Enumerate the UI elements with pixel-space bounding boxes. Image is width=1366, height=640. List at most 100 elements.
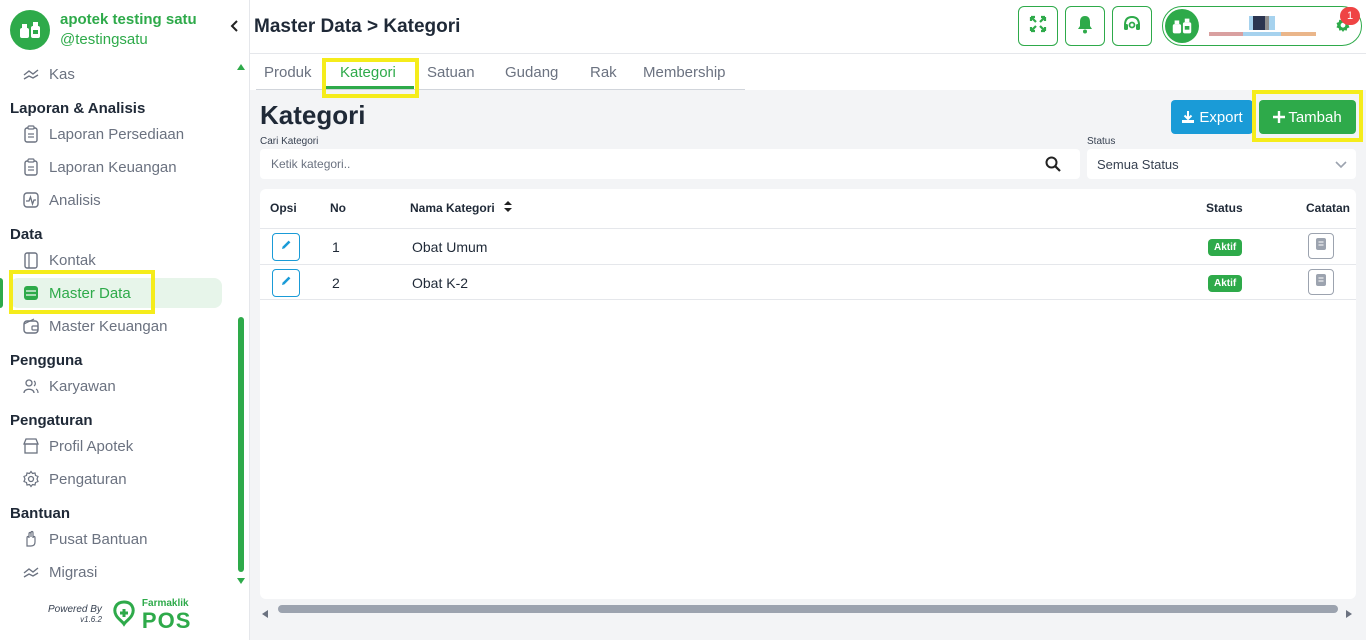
contact-book-icon [21, 250, 41, 270]
logo-pos-text: POS [141, 608, 192, 633]
tab-kategori[interactable]: Kategori [340, 64, 396, 81]
notification-count-badge: 1 [1340, 7, 1360, 25]
powered-by: Powered By v1.6.2 Farmaklik POS [48, 598, 191, 632]
status-filter-value: Semua Status [1097, 156, 1179, 172]
download-icon [1181, 110, 1195, 124]
sidebar-item-master-keuangan[interactable]: Master Keuangan [10, 311, 222, 341]
users-icon [21, 376, 41, 396]
sidebar-item-label: Laporan Persediaan [49, 125, 185, 143]
sidebar-item-analisis[interactable]: Analisis [10, 185, 222, 215]
sidebar-item-label: Kas [49, 65, 75, 83]
hand-help-icon [21, 529, 41, 549]
edit-button[interactable] [272, 269, 300, 297]
section-bantuan: Bantuan [10, 505, 70, 522]
table-scroll-thumb[interactable] [278, 605, 1338, 613]
search-label: Cari Kategori [260, 136, 319, 147]
support-button[interactable] [1112, 6, 1152, 46]
tab-produk[interactable]: Produk [264, 64, 312, 81]
page-title: Master Data > Kategori [254, 16, 461, 37]
cell-no: 1 [332, 239, 340, 255]
clipboard-icon [21, 157, 41, 177]
store-icon [21, 436, 41, 456]
redacted-profile-name-icon [1209, 15, 1319, 39]
bell-icon [1076, 14, 1094, 39]
note-icon [1315, 237, 1327, 256]
sidebar-item-master-data[interactable]: Master Data [10, 278, 222, 308]
search-category-input[interactable] [260, 149, 1080, 179]
table-row: 1 Obat Umum Aktif [260, 228, 1356, 264]
brand: apotek testing satu @testingsatu [10, 10, 197, 50]
sidebar-item-migrasi[interactable]: Migrasi [10, 557, 222, 587]
add-category-button[interactable]: Tambah [1259, 100, 1356, 134]
add-label: Tambah [1288, 108, 1342, 126]
settings-gear-icon [21, 469, 41, 489]
notifications-button[interactable] [1065, 6, 1105, 46]
section-pengaturan: Pengaturan [10, 412, 93, 429]
sidebar-item-pengaturan[interactable]: Pengaturan [10, 464, 222, 494]
sidebar-item-label: Migrasi [49, 563, 98, 581]
note-button[interactable] [1308, 269, 1334, 295]
sidebar: apotek testing satu @testingsatu Kas Lap… [0, 0, 250, 640]
cash-icon [21, 64, 41, 84]
category-table: Opsi No Nama Kategori Status Catatan 1 O… [260, 189, 1356, 599]
plus-icon [1273, 111, 1286, 123]
export-button[interactable]: Export [1171, 100, 1253, 134]
pharmacy-logo-icon [10, 10, 50, 50]
edit-button[interactable] [272, 233, 300, 261]
chevron-down-icon [1334, 157, 1348, 171]
sidebar-item-laporan-persediaan[interactable]: Laporan Persediaan [10, 119, 222, 149]
status-filter-select[interactable]: Semua Status [1087, 149, 1356, 179]
table-row: 2 Obat K-2 Aktif [260, 264, 1356, 300]
tab-gudang[interactable]: Gudang [505, 64, 558, 81]
sidebar-item-laporan-keuangan[interactable]: Laporan Keuangan [10, 152, 222, 182]
section-pengguna: Pengguna [10, 352, 83, 369]
sidebar-scroll-thumb[interactable] [238, 317, 244, 572]
app-version: v1.6.2 [80, 615, 102, 624]
profile-menu[interactable] [1162, 6, 1362, 46]
sidebar-item-label: Karyawan [49, 377, 116, 395]
sidebar-item-label: Analisis [49, 191, 101, 209]
sidebar-item-kas[interactable]: Kas [10, 59, 222, 89]
sort-icon[interactable] [504, 201, 513, 215]
pharmacy-username: @testingsatu [60, 31, 148, 48]
chevron-left-icon [230, 19, 240, 37]
sidebar-item-karyawan[interactable]: Karyawan [10, 371, 222, 401]
col-header-opsi: Opsi [270, 201, 297, 215]
pharmacy-name: apotek testing satu [60, 11, 197, 28]
col-header-nama-kategori[interactable]: Nama Kategori [410, 201, 513, 215]
activity-chart-icon [21, 190, 41, 210]
clipboard-icon [21, 124, 41, 144]
table-horizontal-scrollbar[interactable] [262, 602, 1352, 618]
fullscreen-button[interactable] [1018, 6, 1058, 46]
scroll-up-icon[interactable] [236, 62, 246, 72]
tab-membership[interactable]: Membership [643, 64, 726, 81]
top-header: Master Data > Kategori 1 [250, 0, 1366, 54]
sidebar-scrollbar[interactable] [236, 62, 246, 586]
col-header-status: Status [1206, 201, 1243, 215]
sidebar-item-pusat-bantuan[interactable]: Pusat Bantuan [10, 524, 222, 554]
database-icon [21, 283, 41, 303]
tabs-divider [256, 89, 745, 90]
section-laporan-analisis: Laporan & Analisis [10, 100, 146, 117]
tab-rak[interactable]: Rak [590, 64, 617, 81]
sidebar-item-label: Pengaturan [49, 470, 127, 488]
search-icon[interactable] [1045, 156, 1061, 172]
sidebar-item-profil-apotek[interactable]: Profil Apotek [10, 431, 222, 461]
scroll-left-icon[interactable] [262, 605, 268, 623]
section-data: Data [10, 226, 43, 243]
farmaklik-logo: Farmaklik POS [110, 598, 191, 632]
scroll-right-icon[interactable] [1346, 605, 1352, 623]
sidebar-item-label: Profil Apotek [49, 437, 134, 455]
export-label: Export [1199, 108, 1243, 126]
profile-avatar [1165, 9, 1199, 43]
master-data-tabs: Produk Kategori Satuan Gudang Rak Member… [250, 54, 1366, 90]
status-badge: Aktif [1208, 275, 1243, 292]
tab-satuan[interactable]: Satuan [427, 64, 475, 81]
scroll-down-icon[interactable] [236, 576, 246, 586]
note-button[interactable] [1308, 233, 1334, 259]
farmaklik-mark-icon [110, 599, 138, 632]
note-icon [1315, 273, 1327, 292]
sidebar-item-kontak[interactable]: Kontak [10, 245, 222, 275]
collapse-sidebar-button[interactable] [226, 18, 244, 38]
headset-icon [1122, 14, 1142, 39]
